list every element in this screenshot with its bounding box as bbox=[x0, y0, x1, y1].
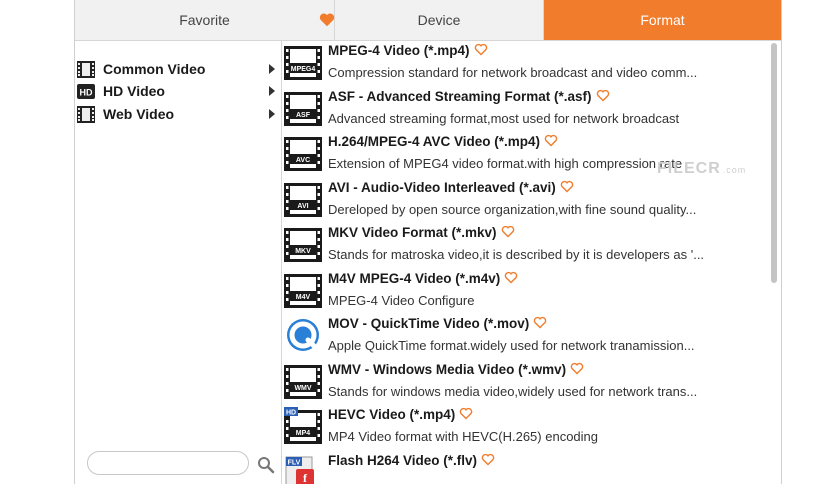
svg-text:MP4: MP4 bbox=[296, 430, 311, 437]
chevron-right-icon bbox=[269, 64, 275, 74]
chevron-right-icon bbox=[269, 109, 275, 119]
format-description: Stands for windows media video,widely us… bbox=[328, 383, 698, 399]
heart-outline-icon[interactable] bbox=[570, 362, 584, 375]
video-format-icon: MP4 HD bbox=[284, 407, 322, 444]
format-list-item[interactable]: M4V M4V MPEG-4 Video (*.m4v) MPEG-4 Video … bbox=[282, 269, 767, 314]
scrollbar[interactable] bbox=[767, 41, 781, 484]
format-list-item[interactable]: AVI AVI - Audio-Video Interleaved (*.avi)… bbox=[282, 178, 767, 223]
chevron-right-icon bbox=[269, 86, 275, 96]
format-title-text: WMV - Windows Media Video (*.wmv) bbox=[328, 361, 567, 377]
format-description: Extension of MPEG4 video format.with hig… bbox=[328, 156, 683, 171]
category-hd-video[interactable]: HD HD Video bbox=[77, 80, 279, 102]
tab-favorite-label: Favorite bbox=[179, 12, 230, 28]
quicktime-icon bbox=[287, 319, 319, 351]
tab-format-label: Format bbox=[640, 12, 685, 28]
category-sidebar: Common Video HD HD Video Web Video bbox=[75, 41, 282, 484]
watermark-text: FILECR bbox=[657, 160, 721, 177]
tab-device-label: Device bbox=[417, 12, 461, 28]
video-format-icon: AVC bbox=[284, 137, 322, 171]
search-icon[interactable] bbox=[257, 456, 275, 474]
format-list-item[interactable]: WMV WMV - Windows Media Video (*.wmv) Stan… bbox=[282, 360, 767, 405]
format-title: MPEG-4 Video (*.mp4) bbox=[328, 43, 488, 58]
format-description: MPEG-4 Video Configure bbox=[328, 292, 475, 308]
category-label: HD Video bbox=[103, 83, 165, 99]
format-list: MPEG4 MPEG-4 Video (*.mp4) Compression sta… bbox=[282, 41, 767, 484]
heart-outline-icon[interactable] bbox=[533, 316, 547, 329]
tab-device[interactable]: Device bbox=[335, 0, 544, 40]
video-format-icon: AVI bbox=[284, 182, 322, 217]
format-title-text: MKV Video Format (*.mkv) bbox=[328, 225, 497, 240]
heart-outline-icon[interactable] bbox=[560, 180, 574, 193]
video-format-icon: ASF bbox=[284, 91, 322, 126]
svg-text:AVC: AVC bbox=[296, 157, 310, 164]
format-title: Flash H264 Video (*.flv) bbox=[328, 453, 495, 468]
format-title: MKV Video Format (*.mkv) bbox=[328, 225, 515, 240]
svg-text:FLV: FLV bbox=[288, 459, 301, 466]
svg-text:M4V: M4V bbox=[296, 294, 311, 301]
hd-icon: HD bbox=[77, 83, 95, 99]
format-description: Apple QuickTime format.widely used for n… bbox=[328, 338, 695, 353]
format-list-item[interactable]: MOV - QuickTime Video (*.mov) Apple Quick… bbox=[282, 314, 767, 359]
heart-outline-icon[interactable] bbox=[474, 43, 488, 56]
heart-outline-icon[interactable] bbox=[544, 134, 558, 147]
format-list-item[interactable]: MKV MKV Video Format (*.mkv) Stands for ma… bbox=[282, 223, 767, 268]
category-common-video[interactable]: Common Video bbox=[77, 58, 279, 80]
category-web-video[interactable]: Web Video bbox=[77, 103, 279, 125]
format-list-item[interactable]: ASF ASF - Advanced Streaming Format (*.as… bbox=[282, 87, 767, 132]
format-title-text: M4V MPEG-4 Video (*.m4v) bbox=[328, 270, 501, 286]
format-title: M4V MPEG-4 Video (*.m4v) bbox=[328, 271, 518, 286]
film-icon bbox=[77, 60, 95, 78]
format-description: Advanced streaming format,most used for … bbox=[328, 110, 680, 126]
format-description: Stands for matroska video,it is describe… bbox=[328, 247, 705, 262]
format-title-text: Flash H264 Video (*.flv) bbox=[328, 452, 478, 468]
svg-text:WMV: WMV bbox=[294, 385, 311, 392]
video-format-icon: MKV bbox=[284, 228, 322, 262]
heart-outline-icon[interactable] bbox=[504, 271, 518, 284]
format-title-text: HEVC Video (*.mp4) bbox=[328, 407, 456, 422]
svg-text:HD: HD bbox=[286, 410, 296, 417]
heart-outline-icon[interactable] bbox=[501, 225, 515, 238]
format-title-text: MOV - QuickTime Video (*.mov) bbox=[328, 316, 530, 331]
search-input[interactable] bbox=[87, 451, 249, 475]
format-picker-panel: Favorite Device Format Common Video HD H… bbox=[74, 0, 782, 484]
format-description: MP4 Video format with HEVC(H.265) encodi… bbox=[328, 429, 598, 444]
svg-text:ASF: ASF bbox=[296, 112, 311, 119]
format-title: HEVC Video (*.mp4) bbox=[328, 407, 473, 422]
category-label: Common Video bbox=[103, 61, 206, 77]
format-description: Dereloped by open source organization,wi… bbox=[328, 201, 697, 217]
format-title: MOV - QuickTime Video (*.mov) bbox=[328, 316, 547, 331]
tab-format[interactable]: Format bbox=[544, 0, 781, 40]
format-title-text: ASF - Advanced Streaming Format (*.asf) bbox=[328, 88, 592, 104]
video-format-icon: M4V bbox=[284, 273, 322, 308]
svg-text:MKV: MKV bbox=[295, 248, 311, 255]
format-title-text: AVI - Audio-Video Interleaved (*.avi) bbox=[328, 179, 556, 195]
video-format-icon: MPEG4 bbox=[284, 46, 322, 80]
heart-outline-icon[interactable] bbox=[596, 89, 610, 102]
heart-outline-icon[interactable] bbox=[459, 407, 473, 420]
svg-text:HD: HD bbox=[80, 87, 93, 97]
film-icon bbox=[77, 105, 95, 123]
format-description: Compression standard for network broadca… bbox=[328, 65, 698, 80]
format-title: WMV - Windows Media Video (*.wmv) bbox=[328, 362, 584, 377]
format-title-text: H.264/MPEG-4 AVC Video (*.mp4) bbox=[328, 134, 541, 149]
heart-outline-icon[interactable] bbox=[481, 453, 495, 466]
format-list-item[interactable]: FLV f Flash H264 Video (*.flv) bbox=[282, 451, 767, 484]
svg-text:AVI: AVI bbox=[297, 203, 308, 210]
format-title: ASF - Advanced Streaming Format (*.asf) bbox=[328, 89, 610, 104]
format-list-item[interactable]: MP4 HD HEVC Video (*.mp4) MP4 Video format … bbox=[282, 405, 767, 450]
tab-bar: Favorite Device Format bbox=[75, 0, 781, 41]
format-title-text: MPEG-4 Video (*.mp4) bbox=[328, 43, 470, 58]
format-title: AVI - Audio-Video Interleaved (*.avi) bbox=[328, 180, 574, 195]
scrollbar-thumb[interactable] bbox=[771, 43, 777, 283]
format-list-item[interactable]: MPEG4 MPEG-4 Video (*.mp4) Compression sta… bbox=[282, 41, 767, 86]
video-format-icon: WMV bbox=[284, 364, 322, 399]
watermark: FILECR .com bbox=[657, 160, 746, 178]
flash-video-icon: FLVf bbox=[285, 456, 314, 484]
svg-text:MPEG4: MPEG4 bbox=[291, 66, 316, 73]
category-label: Web Video bbox=[103, 106, 175, 122]
watermark-suffix: .com bbox=[722, 165, 747, 175]
format-title: H.264/MPEG-4 AVC Video (*.mp4) bbox=[328, 134, 558, 149]
tab-favorite[interactable]: Favorite bbox=[75, 0, 335, 40]
heart-icon bbox=[319, 13, 335, 27]
